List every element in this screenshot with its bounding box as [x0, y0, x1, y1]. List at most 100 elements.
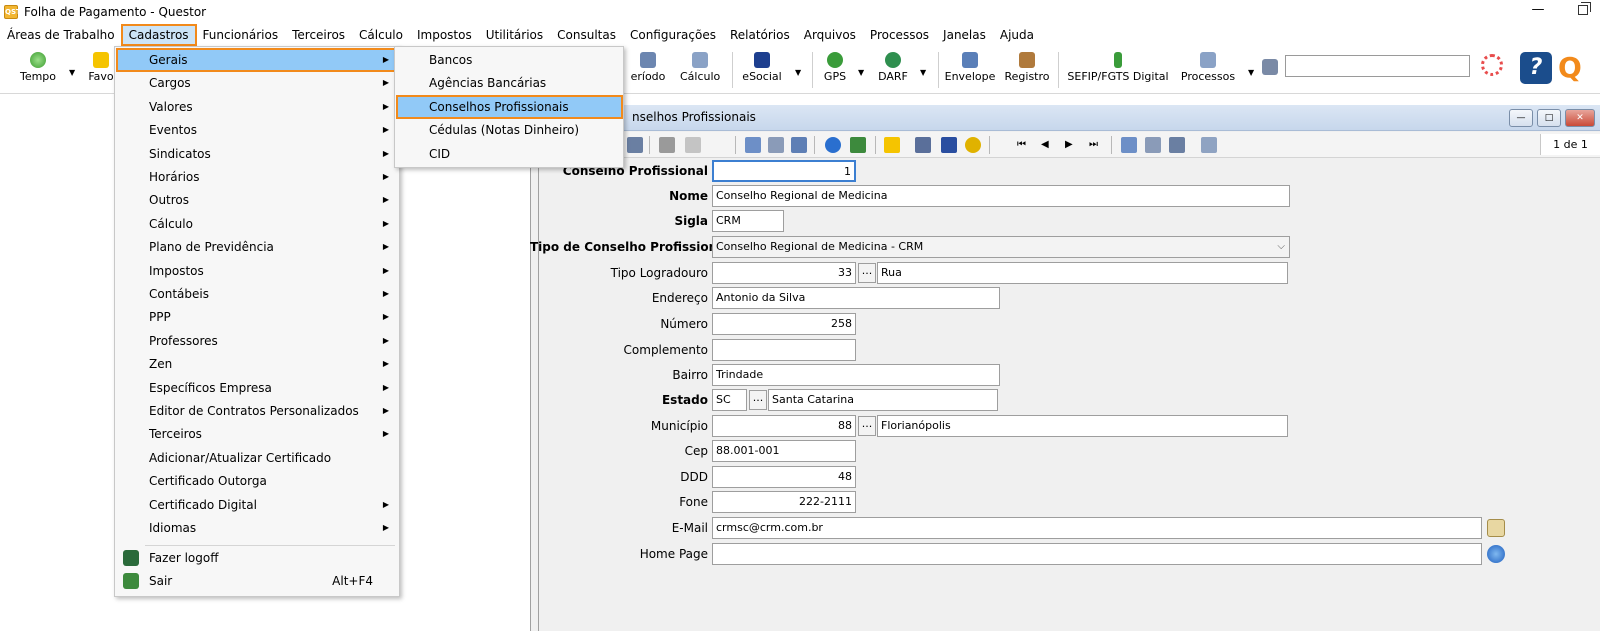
menu-terceiros[interactable]: Terceiros	[285, 25, 352, 45]
menu-cadastros[interactable]: Cadastros	[120, 24, 197, 46]
cadastros-menu-item[interactable]: Plano de Previdência ▶	[117, 236, 397, 258]
menu-funcionarios[interactable]: Funcionários	[196, 25, 286, 45]
favoritos-button[interactable]: Favo	[86, 50, 116, 90]
save-icon[interactable]	[659, 137, 675, 153]
darf-dropdown-arrow[interactable]: ▼	[920, 68, 926, 77]
complemento-field[interactable]	[712, 339, 856, 361]
cadastros-menu-item[interactable]: Eventos ▶	[117, 119, 397, 141]
endereco-field[interactable]: Antonio da Silva	[712, 287, 1000, 309]
tipo-logradouro-name-field[interactable]: Rua	[877, 262, 1288, 284]
estado-code-field[interactable]: SC	[712, 389, 747, 411]
menu-janelas[interactable]: Janelas	[936, 25, 993, 45]
processos-dropdown-arrow[interactable]: ▼	[1248, 68, 1254, 77]
cadastros-menu-item[interactable]: Adicionar/Atualizar Certificado	[117, 447, 397, 469]
favorite-star-icon[interactable]	[884, 137, 900, 153]
registro-button[interactable]: Registro	[1004, 50, 1050, 90]
menu-processos[interactable]: Processos	[863, 25, 936, 45]
menu-utilitarios[interactable]: Utilitários	[479, 25, 550, 45]
cadastros-menu-item[interactable]: Cálculo ▶	[117, 213, 397, 235]
zoom-icon[interactable]	[1201, 137, 1217, 153]
menu-relatorios[interactable]: Relatórios	[723, 25, 797, 45]
ddd-field[interactable]: 48	[712, 466, 856, 488]
cadastros-menu-item[interactable]: Certificado Digital ▶	[117, 494, 397, 516]
anchor-icon[interactable]	[791, 137, 807, 153]
menu-consultas[interactable]: Consultas	[550, 25, 623, 45]
esocial-dropdown-arrow[interactable]: ▼	[795, 68, 801, 77]
filter-icon[interactable]	[941, 137, 957, 153]
last-record-icon[interactable]: ⏭	[1089, 137, 1105, 153]
cep-field[interactable]: 88.001-001	[712, 440, 856, 462]
settings-sun-icon[interactable]	[1481, 54, 1503, 76]
menu-ajuda[interactable]: Ajuda	[993, 25, 1041, 45]
municipio-name-field[interactable]: Florianópolis	[877, 415, 1288, 437]
cadastros-menu-item[interactable]: Específicos Empresa ▶	[117, 377, 397, 399]
restore-button[interactable]	[1578, 2, 1591, 15]
cadastros-menu-item[interactable]: Certificado Outorga	[117, 470, 397, 492]
help-icon[interactable]: ?	[1520, 52, 1552, 84]
next-record-icon[interactable]: ▶	[1065, 137, 1081, 153]
child-maximize-button[interactable]: □	[1537, 109, 1561, 127]
pane-splitter[interactable]	[530, 95, 539, 631]
menu-configuracoes[interactable]: Configurações	[623, 25, 723, 45]
darf-button[interactable]: DARF	[876, 50, 910, 90]
cadastros-menu-item[interactable]: Cargos ▶	[117, 72, 397, 94]
send-email-icon[interactable]	[1487, 519, 1505, 537]
gerais-submenu-item[interactable]: Bancos	[397, 49, 622, 71]
logoff-menu-item[interactable]: Fazer logoff	[117, 547, 397, 569]
numero-field[interactable]: 258	[712, 313, 856, 335]
child-close-button[interactable]: ✕	[1565, 109, 1595, 127]
homepage-field[interactable]	[712, 543, 1482, 565]
grid-icon[interactable]	[1169, 137, 1185, 153]
estado-name-field[interactable]: Santa Catarina	[768, 389, 998, 411]
processos-button[interactable]: Processos	[1180, 50, 1236, 90]
gerais-submenu-item[interactable]: Agências Bancárias	[397, 72, 622, 94]
first-record-icon[interactable]: ⏮	[1017, 137, 1033, 153]
cadastros-menu-item[interactable]: Zen ▶	[117, 353, 397, 375]
gps-dropdown-arrow[interactable]: ▼	[858, 68, 864, 77]
tipo-logradouro-code-field[interactable]: 33	[712, 262, 856, 284]
cadastros-menu-item[interactable]: PPP ▶	[117, 306, 397, 328]
previous-record-icon[interactable]: ◀	[1041, 137, 1057, 153]
fone-field[interactable]: 222-2111	[712, 491, 856, 513]
tempo-button[interactable]: Tempo	[18, 50, 58, 90]
search-filter-icon[interactable]	[965, 137, 981, 153]
cadastros-menu-item[interactable]: Editor de Contratos Personalizados ▶	[117, 400, 397, 422]
bairro-field[interactable]: Trindade	[712, 364, 1000, 386]
cadastros-menu-item[interactable]: Gerais ▶	[116, 48, 398, 72]
email-field[interactable]: crmsc@crm.com.br	[712, 517, 1482, 539]
sair-menu-item[interactable]: Sair Alt+F4	[117, 570, 397, 592]
esocial-button[interactable]: eSocial	[740, 50, 784, 90]
envelope-button[interactable]: Envelope	[944, 50, 996, 90]
nome-field[interactable]: Conselho Regional de Medicina	[712, 185, 1290, 207]
tipo-logradouro-lookup-button[interactable]: ...	[858, 263, 876, 283]
municipio-code-field[interactable]: 88	[712, 415, 856, 437]
minimize-button[interactable]: —	[1530, 2, 1546, 20]
globe-icon[interactable]	[745, 137, 761, 153]
timer-icon[interactable]	[825, 137, 841, 153]
refresh-icon[interactable]	[685, 137, 701, 153]
exit-icon[interactable]	[850, 137, 866, 153]
gerais-submenu-item[interactable]: Cédulas (Notas Dinheiro)	[397, 119, 622, 141]
cadastros-menu-item[interactable]: Idiomas ▶	[117, 517, 397, 539]
gps-button[interactable]: GPS	[820, 50, 850, 90]
periodo-button[interactable]: eríodo	[624, 50, 672, 90]
flag-icon[interactable]	[915, 137, 931, 153]
sefip-button[interactable]: SEFIP/FGTS Digital	[1066, 50, 1170, 90]
child-minimize-button[interactable]: —	[1509, 109, 1533, 127]
browser-globe-icon[interactable]	[1487, 545, 1505, 563]
tempo-dropdown-arrow[interactable]: ▼	[69, 68, 75, 77]
menu-arquivos[interactable]: Arquivos	[797, 25, 863, 45]
print-icon[interactable]	[627, 137, 643, 153]
cadastros-menu-item[interactable]: Sindicatos ▶	[117, 143, 397, 165]
report-icon[interactable]	[1145, 137, 1161, 153]
brush-icon[interactable]	[1262, 59, 1278, 75]
cadastros-menu-item[interactable]: Impostos ▶	[117, 260, 397, 282]
sigla-field[interactable]: CRM	[712, 210, 784, 232]
conselho-code-field[interactable]: 1	[712, 160, 856, 182]
gerais-submenu-item[interactable]: Conselhos Profissionais	[396, 94, 623, 119]
menu-areas-de-trabalho[interactable]: Áreas de Trabalho	[0, 25, 122, 45]
cadastros-menu-item[interactable]: Professores ▶	[117, 330, 397, 352]
gerais-submenu-item[interactable]: CID	[397, 143, 622, 165]
estado-lookup-button[interactable]: ...	[749, 390, 767, 410]
menu-calculo[interactable]: Cálculo	[352, 25, 410, 45]
